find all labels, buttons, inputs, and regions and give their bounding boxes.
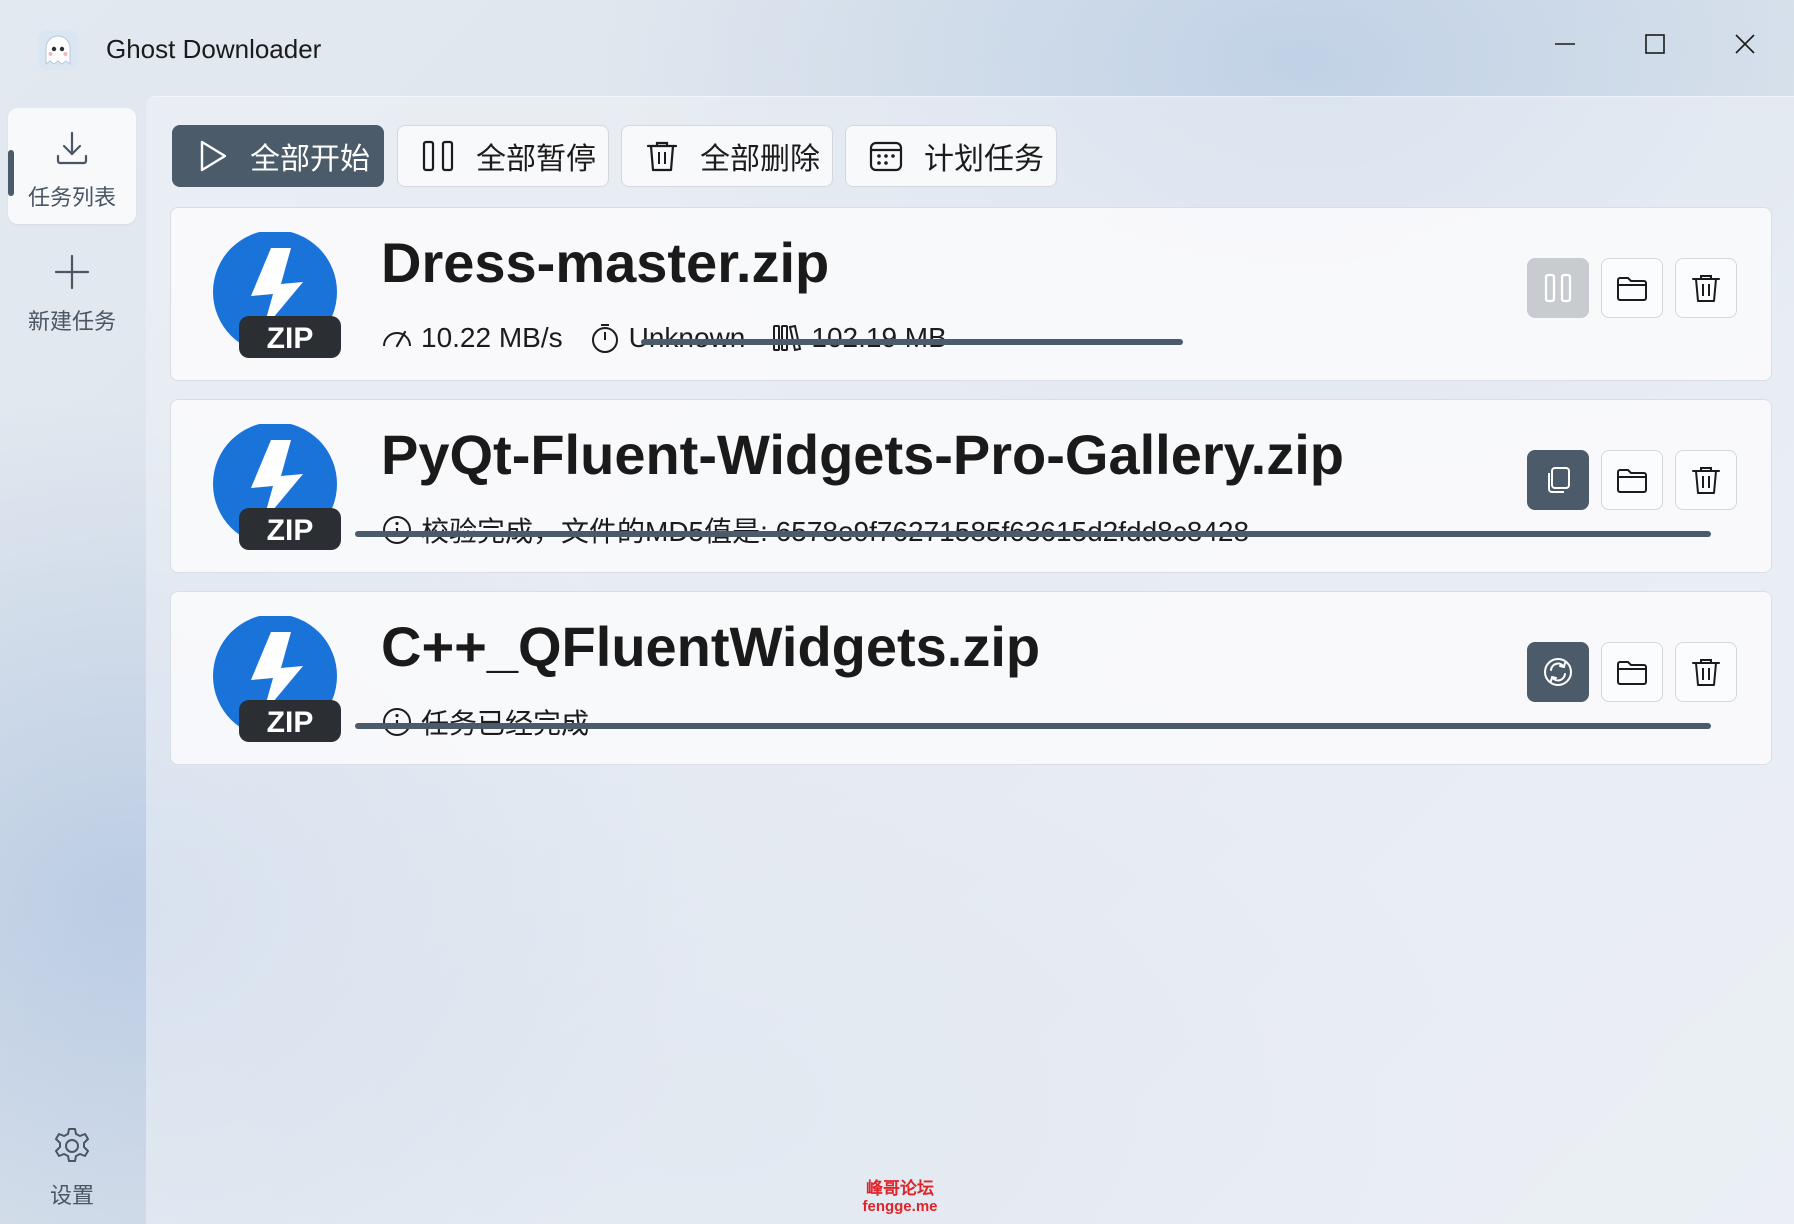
task-filename: PyQt-Fluent-Widgets-Pro-Gallery.zip (381, 423, 1344, 486)
ghost-app-icon (38, 30, 78, 70)
calendar-icon (869, 141, 903, 172)
speedometer-icon (383, 330, 411, 348)
speed-info: 10.22 MB/s (381, 322, 563, 354)
close-icon (1735, 34, 1755, 54)
task-card[interactable]: ZIP Dress-master.zip 10.22 MB/s Unknown … (170, 207, 1772, 381)
task-card[interactable]: ZIP C++_QFluentWidgets.zip 任务已经完成 (170, 591, 1772, 765)
sidebar-item-new-task[interactable]: 新建任务 (8, 232, 136, 348)
title-bar: Ghost Downloader (0, 0, 1794, 96)
start-all-label: 全部开始 (250, 143, 370, 176)
refresh-icon (1544, 658, 1572, 686)
plan-task-button[interactable]: 计划任务 (845, 125, 1057, 187)
library-icon (773, 324, 802, 352)
watermark-url: fengge.me (862, 1198, 938, 1215)
start-all-button[interactable]: 全部开始 (172, 125, 384, 187)
delete-task-button[interactable] (1675, 258, 1737, 318)
watermark: 峰哥论坛 fengge.me (820, 1180, 980, 1216)
gear-icon (55, 1128, 89, 1162)
zip-badge-text: ZIP (267, 514, 314, 547)
timer-icon (591, 324, 618, 353)
task-filename: C++_QFluentWidgets.zip (381, 615, 1041, 678)
zip-file-icon: ZIP (213, 232, 341, 358)
task-status: 任务已经完成 (421, 702, 589, 742)
eta-info: Unknown (589, 322, 746, 354)
size-info: 102.19 MB (771, 322, 947, 354)
progress-bar (355, 531, 1711, 537)
remaining-time: Unknown (628, 322, 746, 353)
info-icon (383, 516, 411, 544)
task-status: 校验完成，文件的MD5值是: 6578e9f76271585f63615d2fd… (421, 510, 1249, 550)
watermark-title: 峰哥论坛 (866, 1179, 934, 1198)
pause-all-label: 全部暂停 (476, 143, 596, 176)
delete-task-button[interactable] (1675, 450, 1737, 510)
pause-all-button[interactable]: 全部暂停 (397, 125, 609, 187)
progress-bar (641, 339, 1183, 345)
task-card[interactable]: ZIP PyQt-Fluent-Widgets-Pro-Gallery.zip … (170, 399, 1772, 573)
sidebar-item-settings[interactable]: 设置 (8, 1106, 136, 1222)
maximize-button[interactable] (1620, 14, 1690, 74)
trash-icon (646, 141, 678, 172)
download-speed: 10.22 MB/s (421, 322, 563, 353)
zip-file-icon: ZIP (213, 616, 341, 742)
delete-all-button[interactable]: 全部删除 (621, 125, 833, 187)
minimize-button[interactable] (1530, 14, 1600, 74)
minimize-icon (1555, 43, 1575, 45)
open-folder-button[interactable] (1601, 450, 1663, 510)
pause-icon (1544, 273, 1572, 303)
folder-icon (1617, 469, 1647, 493)
pause-button[interactable] (1527, 258, 1589, 318)
file-size: 102.19 MB (811, 322, 947, 353)
folder-icon (1617, 277, 1647, 301)
trash-icon (1692, 659, 1720, 686)
redownload-button[interactable] (1527, 642, 1589, 702)
progress-bar (355, 723, 1711, 729)
zip-badge-text: ZIP (267, 322, 314, 355)
plus-icon (54, 254, 90, 290)
task-info-row: 任务已经完成 (381, 704, 589, 740)
open-folder-button[interactable] (1601, 258, 1663, 318)
trash-icon (1692, 275, 1720, 302)
delete-all-label: 全部删除 (700, 143, 820, 176)
zip-badge-text: ZIP (267, 706, 314, 739)
copy-icon (1548, 467, 1570, 493)
task-filename: Dress-master.zip (381, 231, 830, 294)
sidebar-item-task-list[interactable]: 任务列表 (8, 108, 136, 224)
maximize-icon (1645, 34, 1665, 54)
download-icon (56, 131, 88, 165)
sidebar-item-label: 新建任务 (27, 309, 116, 334)
sidebar-item-label: 任务列表 (27, 185, 116, 210)
task-info-row: 10.22 MB/s Unknown 102.19 MB (381, 320, 973, 356)
copy-md5-button[interactable] (1527, 450, 1589, 510)
delete-task-button[interactable] (1675, 642, 1737, 702)
play-icon (200, 140, 227, 172)
sidebar-item-label: 设置 (49, 1183, 94, 1208)
task-list-panel: 全部开始 全部暂停 全部删除 计划任务 ZIP Dress-master.zip… (146, 96, 1794, 1224)
info-icon (383, 708, 411, 736)
plan-task-label: 计划任务 (924, 143, 1044, 176)
app-title: Ghost Downloader (106, 34, 322, 64)
app-window: Ghost Downloader 任务列表 新建任务 设置 全部开始 全部暂停 … (0, 0, 1794, 1224)
folder-icon (1617, 661, 1647, 685)
sidebar: 任务列表 新建任务 设置 (0, 96, 146, 1224)
close-button[interactable] (1710, 14, 1780, 74)
pause-icon (422, 140, 454, 172)
open-folder-button[interactable] (1601, 642, 1663, 702)
zip-file-icon: ZIP (213, 424, 341, 550)
trash-icon (1692, 467, 1720, 494)
task-info-row: 校验完成，文件的MD5值是: 6578e9f76271585f63615d2fd… (381, 512, 1249, 548)
